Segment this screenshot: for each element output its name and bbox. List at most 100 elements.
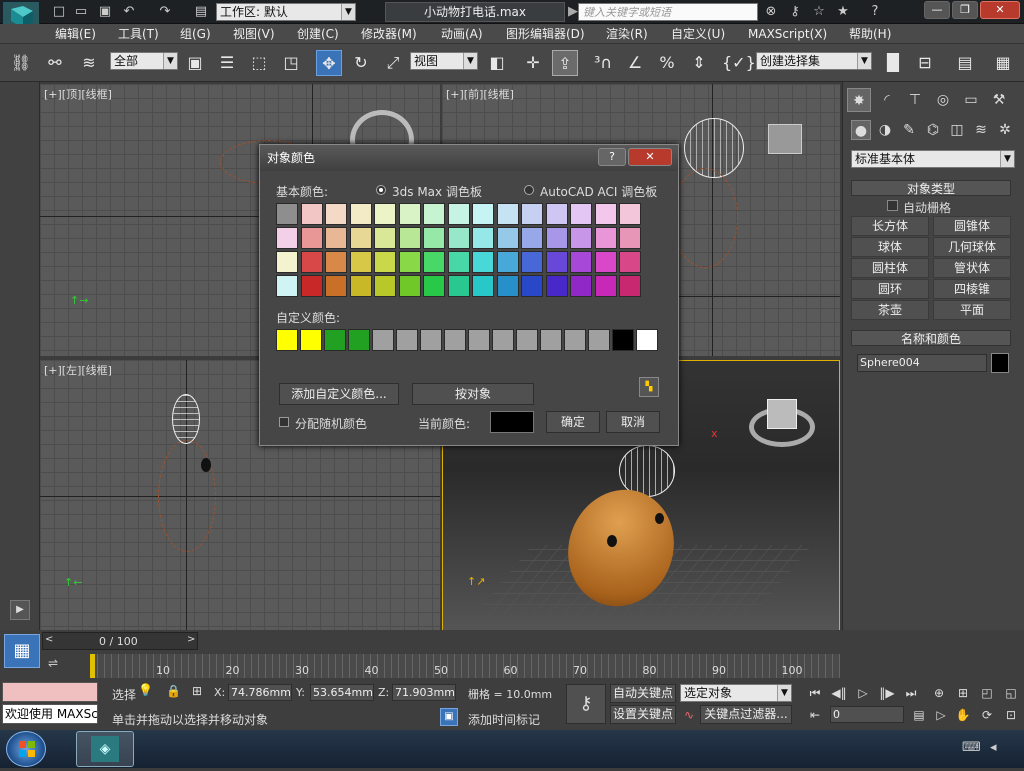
workspace-select[interactable]: 工作区: 默认 ▼	[216, 3, 356, 21]
percent-snap-icon[interactable]: %	[654, 50, 680, 76]
basic-color-swatch[interactable]	[545, 275, 568, 297]
category-select[interactable]: 标准基本体 ▼	[851, 150, 1015, 168]
key-object-select[interactable]: 选定对象 ▼	[680, 684, 792, 702]
basic-color-swatch[interactable]	[423, 251, 445, 273]
box-button[interactable]: 长方体	[851, 216, 929, 236]
basic-color-swatch[interactable]	[521, 251, 543, 273]
basic-color-swatch[interactable]	[472, 275, 494, 297]
basic-color-swatch[interactable]	[276, 203, 298, 225]
goto-start-icon[interactable]: ⏮	[806, 684, 824, 702]
custom-color-swatch[interactable]	[396, 329, 418, 351]
help-icon[interactable]: ?	[866, 3, 884, 21]
basic-color-swatch[interactable]	[300, 275, 323, 297]
basic-color-swatch[interactable]	[423, 203, 445, 225]
auto-grid-checkbox[interactable]	[887, 200, 898, 211]
display-tab-icon[interactable]: ▭	[959, 88, 983, 112]
basic-color-swatch[interactable]	[619, 227, 641, 249]
basic-color-swatch[interactable]	[570, 275, 592, 297]
align-icon[interactable]: ⊟	[912, 50, 938, 76]
basic-color-swatch[interactable]	[349, 203, 372, 225]
palette-3dsmax-radio[interactable]	[376, 185, 386, 195]
menu-rendering[interactable]: 渲染(R)	[606, 26, 648, 42]
zoom-extents-all-icon[interactable]: ◱	[1002, 684, 1020, 702]
basic-color-swatch[interactable]	[447, 275, 470, 297]
select-object-icon[interactable]: ▣	[182, 50, 208, 76]
snaps-toggle-icon[interactable]: ³∩	[590, 50, 616, 76]
geometry-icon[interactable]: ●	[851, 120, 871, 140]
layer-manager-icon[interactable]: ▤	[952, 50, 978, 76]
manipulate-icon[interactable]: ✛	[520, 50, 546, 76]
custom-color-swatch[interactable]	[636, 329, 658, 351]
menu-tools[interactable]: 工具(T)	[118, 26, 159, 42]
basic-color-swatch[interactable]	[398, 251, 421, 273]
create-tab-icon[interactable]: ✸	[847, 88, 871, 112]
custom-color-swatch[interactable]	[612, 329, 634, 351]
favorite-star-icon[interactable]: ★	[834, 3, 852, 21]
search-input[interactable]: 键入关键字或短语	[578, 3, 758, 21]
basic-color-swatch[interactable]	[276, 275, 298, 297]
time-slider-prev-icon[interactable]: <	[45, 634, 53, 645]
z-coordinate-input[interactable]: 71.903mm	[392, 684, 456, 701]
color-picker-icon[interactable]: ▚	[639, 377, 659, 397]
basic-color-swatch[interactable]	[447, 227, 470, 249]
current-color-swatch[interactable]	[490, 411, 534, 433]
viewport-left-label[interactable]: [+][左][线框]	[44, 362, 112, 378]
object-type-rollout-header[interactable]: 对象类型	[851, 180, 1011, 196]
basic-color-swatch[interactable]	[398, 227, 421, 249]
custom-color-swatch[interactable]	[564, 329, 586, 351]
basic-color-swatch[interactable]	[447, 251, 470, 273]
basic-color-swatch[interactable]	[423, 275, 445, 297]
edit-named-selection-icon[interactable]: {✓}	[722, 50, 756, 76]
cone-button[interactable]: 圆锥体	[933, 216, 1011, 236]
custom-color-swatch[interactable]	[300, 329, 322, 351]
palette-autocad-radio[interactable]	[524, 185, 534, 195]
menu-graph-editors[interactable]: 图形编辑器(D)	[506, 26, 585, 42]
basic-color-swatch[interactable]	[300, 203, 323, 225]
basic-color-swatch[interactable]	[325, 275, 347, 297]
by-object-button[interactable]: 按对象	[412, 383, 534, 405]
basic-color-swatch[interactable]	[325, 203, 347, 225]
modify-tab-icon[interactable]: ◜	[875, 88, 899, 112]
custom-color-swatch[interactable]	[492, 329, 514, 351]
close-button[interactable]: ✕	[980, 1, 1020, 19]
basic-color-swatch[interactable]	[300, 227, 323, 249]
basic-color-swatch[interactable]	[472, 251, 494, 273]
basic-color-swatch[interactable]	[619, 203, 641, 225]
menu-modifiers[interactable]: 修改器(M)	[361, 26, 417, 42]
geosphere-button[interactable]: 几何球体	[933, 237, 1011, 257]
mirror-icon[interactable]: ▐▌	[880, 50, 906, 76]
basic-color-swatch[interactable]	[398, 203, 421, 225]
basic-color-swatch[interactable]	[521, 203, 543, 225]
basic-color-swatch[interactable]	[374, 251, 396, 273]
binoculars-icon[interactable]: ⊗	[762, 3, 780, 21]
auto-key-button[interactable]: 自动关键点	[610, 684, 676, 703]
angle-snap-icon[interactable]: ∠	[622, 50, 648, 76]
hierarchy-tab-icon[interactable]: ⊤	[903, 88, 927, 112]
custom-color-swatch[interactable]	[420, 329, 442, 351]
basic-color-swatch[interactable]	[594, 251, 617, 273]
systems-icon[interactable]: ✲	[995, 120, 1015, 140]
play-icon[interactable]: ▷	[854, 684, 872, 702]
menu-customize[interactable]: 自定义(U)	[671, 26, 725, 42]
menu-maxscript[interactable]: MAXScript(X)	[748, 26, 827, 42]
key-mode-icon[interactable]: ⇤	[806, 706, 824, 724]
pyramid-button[interactable]: 四棱锥	[933, 279, 1011, 299]
isolate-bulb-icon[interactable]: 💡	[138, 683, 153, 697]
orbit-icon[interactable]: ⟳	[978, 706, 996, 724]
next-frame-icon[interactable]: ‖▶	[878, 684, 896, 702]
keyboard-icon[interactable]: ⌨	[962, 740, 981, 755]
taskbar-3dsmax-button[interactable]: ◈	[76, 731, 134, 767]
time-config-icon[interactable]: ▤	[910, 706, 928, 724]
set-key-button[interactable]: 设置关键点	[610, 705, 676, 724]
basic-color-swatch[interactable]	[594, 227, 617, 249]
basic-color-swatch[interactable]	[472, 227, 494, 249]
maxscript-listener-pink[interactable]	[2, 682, 98, 702]
custom-color-swatch[interactable]	[516, 329, 538, 351]
maximize-viewport-icon[interactable]: ⊡	[1002, 706, 1020, 724]
menu-group[interactable]: 组(G)	[180, 26, 211, 42]
basic-color-swatch[interactable]	[496, 227, 519, 249]
select-and-scale-icon[interactable]: ⤢	[380, 50, 406, 76]
cylinder-button[interactable]: 圆柱体	[851, 258, 929, 278]
unlink-icon[interactable]: ⚯	[42, 50, 68, 76]
torus-button[interactable]: 圆环	[851, 279, 929, 299]
